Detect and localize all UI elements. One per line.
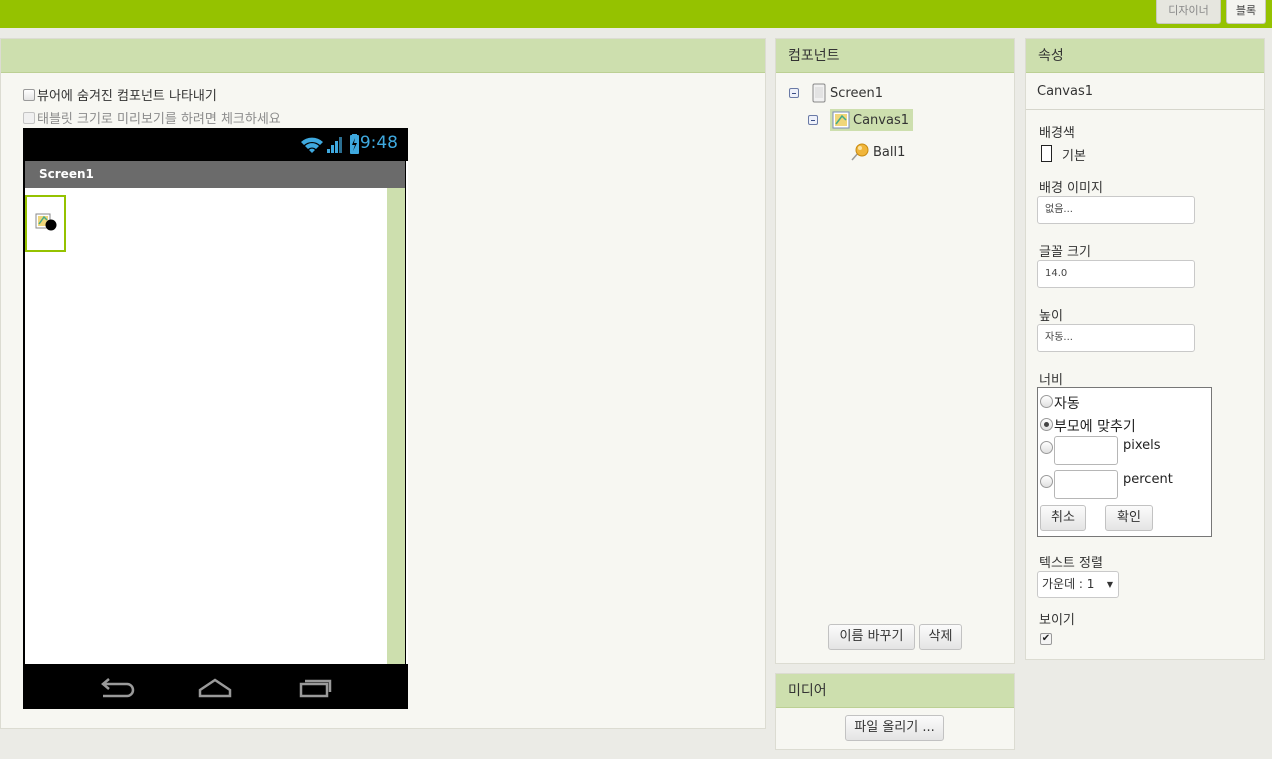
width-cancel-button[interactable]: 취소 [1040, 505, 1086, 531]
screen-title-bar: Screen1 [25, 161, 405, 188]
width-percent-radio[interactable] [1040, 475, 1053, 488]
canvas-component[interactable] [25, 195, 66, 252]
media-panel: 미디어 파일 올리기 ... [775, 673, 1015, 750]
show-hidden-checkbox[interactable] [23, 88, 35, 101]
dropdown-arrow-icon: ▼ [1106, 580, 1113, 589]
width-auto-radio[interactable] [1040, 395, 1053, 408]
width-pixels-label: pixels [1123, 438, 1161, 453]
selected-node-highlight[interactable]: Canvas1 [830, 109, 913, 131]
bg-color-value[interactable]: 기본 [1062, 145, 1086, 164]
tree-node-ball1[interactable]: Ball1 [850, 142, 905, 162]
bg-color-label: 배경색 [1039, 126, 1075, 141]
collapse-toggle-icon[interactable] [808, 115, 818, 125]
tablet-preview-checkbox[interactable] [23, 111, 35, 124]
properties-header: 속성 [1026, 39, 1264, 73]
blocks-button[interactable]: 블록 [1226, 0, 1266, 24]
font-size-label: 글꼴 크기 [1039, 245, 1091, 260]
visible-checkbox[interactable]: ✔ [1040, 633, 1052, 645]
text-align-value: 가운데 : 1 [1042, 577, 1095, 591]
components-header: 컴포넌트 [776, 39, 1014, 73]
tablet-preview-label: 태블릿 크기로 미리보기를 하려면 체크하세요 [37, 112, 281, 127]
font-size-field[interactable]: 14.0 [1037, 260, 1195, 288]
phone-status-bar: 9:48 [23, 128, 408, 161]
tree-node-canvas1[interactable]: Canvas1 [808, 109, 913, 131]
canvas-icon [832, 111, 850, 129]
visible-label: 보이기 [1039, 613, 1075, 628]
width-label: 너비 [1039, 373, 1063, 388]
properties-panel: 속성 Canvas1 배경색 기본 배경 이미지 없음... 글꼴 크기 14.… [1025, 38, 1265, 660]
back-nav-icon [101, 678, 135, 698]
text-align-select[interactable]: 가운데 : 1 ▼ [1037, 571, 1119, 598]
signal-icon [327, 137, 342, 153]
selected-component-name: Canvas1 [1026, 73, 1264, 110]
width-ok-button[interactable]: 확인 [1105, 505, 1153, 531]
top-bar [0, 0, 1272, 28]
rename-button[interactable]: 이름 바꾸기 [828, 624, 915, 650]
recents-nav-icon [299, 679, 332, 698]
width-fill-parent-label: 부모에 맞추기 [1054, 419, 1136, 435]
width-fill-parent-radio[interactable] [1040, 418, 1053, 431]
width-pixels-input[interactable] [1054, 436, 1118, 465]
tablet-preview-option[interactable]: 태블릿 크기로 미리보기를 하려면 체크하세요 [23, 108, 281, 127]
battery-icon [350, 134, 359, 154]
components-panel: 컴포넌트 Screen1 Canvas1 Ball1 이름 바꾸기 삭제 [775, 38, 1015, 664]
bg-color-swatch[interactable] [1041, 145, 1052, 162]
status-icons [299, 134, 367, 160]
phone-preview: 9:48 Screen1 [23, 128, 408, 709]
ball-component [45, 219, 57, 231]
screen-icon [812, 83, 826, 103]
viewer-panel: 뷰어에 숨겨진 컴포넌트 나타내기 태블릿 크기로 미리보기를 하려면 체크하세… [0, 38, 766, 729]
tree-node-screen1[interactable]: Screen1 [789, 83, 883, 103]
tree-label-ball1: Ball1 [873, 144, 906, 160]
viewer-header [1, 39, 765, 73]
ball-icon [851, 143, 869, 161]
show-hidden-components-option[interactable]: 뷰어에 숨겨진 컴포넌트 나타내기 [23, 85, 217, 104]
home-nav-icon [198, 678, 232, 698]
status-time: 9:48 [359, 133, 398, 153]
wifi-icon [301, 137, 323, 153]
width-auto-label: 자동 [1054, 396, 1080, 412]
phone-nav-bar [23, 664, 408, 709]
tree-label-canvas1: Canvas1 [853, 112, 909, 128]
bg-image-label: 배경 이미지 [1039, 181, 1103, 196]
delete-button[interactable]: 삭제 [919, 624, 962, 650]
screen-title: Screen1 [39, 167, 94, 181]
height-field[interactable]: 자동... [1037, 324, 1195, 352]
tree-label-screen1: Screen1 [830, 85, 883, 101]
bg-image-field[interactable]: 없음... [1037, 196, 1195, 224]
width-popup: 자동 부모에 맞추기 pixels percent 취소 확인 [1037, 387, 1212, 537]
upload-file-button[interactable]: 파일 올리기 ... [845, 715, 944, 741]
collapse-toggle-icon[interactable] [789, 88, 799, 98]
screen-scroll-strip [387, 188, 405, 664]
media-header: 미디어 [776, 674, 1014, 708]
width-percent-label: percent [1123, 472, 1173, 487]
show-hidden-label: 뷰어에 숨겨진 컴포넌트 나타내기 [37, 89, 217, 104]
text-align-label: 텍스트 정렬 [1039, 556, 1103, 571]
width-percent-input[interactable] [1054, 470, 1118, 499]
width-pixels-radio[interactable] [1040, 441, 1053, 454]
screen-area[interactable] [25, 188, 405, 664]
phone-edge [406, 161, 408, 664]
designer-button[interactable]: 디자이너 [1156, 0, 1221, 24]
height-label: 높이 [1039, 309, 1063, 324]
